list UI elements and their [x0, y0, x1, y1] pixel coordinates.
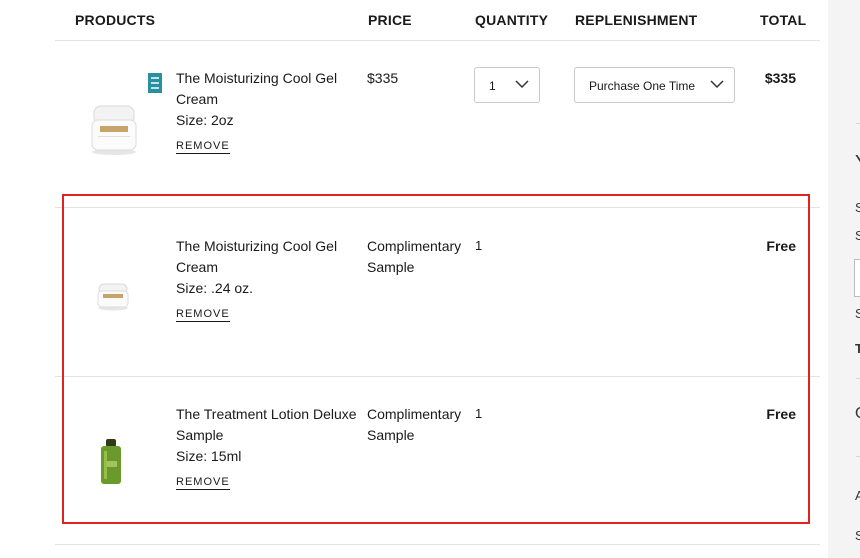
summary-text-fragment: A — [855, 488, 860, 503]
line-total: $335 — [764, 70, 796, 86]
divider — [856, 456, 860, 457]
product-name[interactable]: The Moisturizing Cool Gel Cream — [176, 68, 361, 110]
summary-heading-fragment: O — [855, 405, 860, 423]
product-image-gel-cream-jar[interactable] — [88, 102, 140, 156]
quantity-value: 1 — [489, 79, 496, 93]
column-header-total: TOTAL — [760, 12, 807, 28]
quantity-select[interactable]: 1 — [474, 67, 540, 103]
column-header-products: PRODUCTS — [75, 12, 156, 28]
order-summary-panel: Y S S S T O A S — [828, 0, 860, 558]
cart-item-row: The Moisturizing Cool Gel Cream Size: 2o… — [55, 40, 820, 207]
divider — [856, 378, 860, 379]
row-divider — [55, 544, 820, 545]
column-header-quantity: QUANTITY — [475, 12, 549, 28]
chevron-down-icon — [515, 80, 529, 89]
promo-input-fragment[interactable] — [854, 259, 860, 297]
column-header-replenishment: REPLENISHMENT — [575, 12, 698, 28]
product-badge-icon — [148, 73, 162, 93]
product-size: Size: 2oz — [176, 112, 234, 128]
summary-text-fragment: S — [855, 228, 860, 243]
summary-heading-fragment: Y — [855, 152, 860, 175]
summary-total-fragment: T — [855, 341, 860, 356]
remove-link[interactable]: REMOVE — [176, 140, 230, 154]
summary-text-fragment: S — [855, 200, 860, 215]
summary-text-fragment: S — [855, 306, 860, 321]
column-header-price: PRICE — [368, 12, 412, 28]
divider — [856, 123, 860, 124]
product-price: $335 — [367, 70, 399, 86]
chevron-down-icon — [710, 80, 724, 89]
replenishment-value: Purchase One Time — [589, 79, 696, 93]
highlight-box — [62, 194, 810, 524]
replenishment-select[interactable]: Purchase One Time — [574, 67, 735, 103]
summary-text-fragment: S — [855, 528, 860, 543]
